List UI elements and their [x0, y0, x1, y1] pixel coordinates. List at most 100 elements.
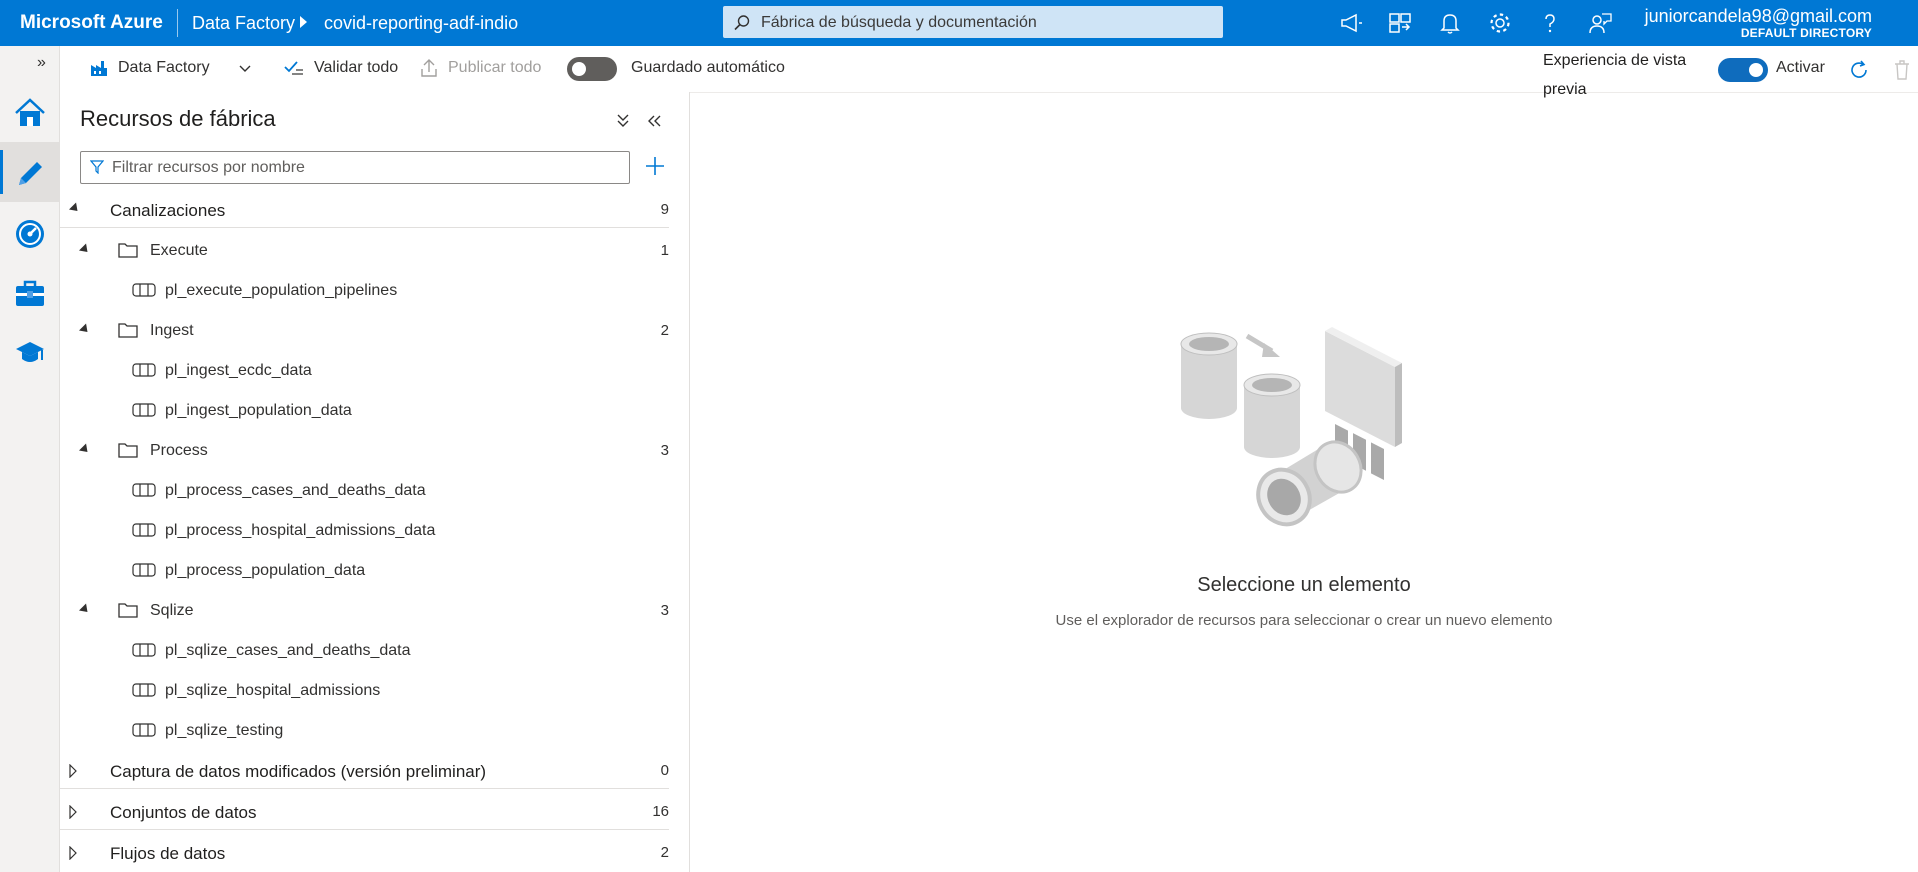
home-icon[interactable] [0, 82, 59, 142]
preview-toggle[interactable] [1718, 58, 1768, 82]
pipeline-label: pl_process_hospital_admissions_data [165, 522, 436, 539]
folder-label: Sqlize [150, 602, 194, 619]
pipeline-icon [132, 683, 156, 697]
pipeline-icon [132, 563, 156, 577]
manage-toolbox-icon[interactable] [0, 262, 59, 322]
switch-directory-icon[interactable] [1387, 10, 1413, 36]
pipeline-icon [132, 483, 156, 497]
breadcrumb-service[interactable]: Data Factory [192, 13, 295, 34]
pipeline-label: pl_sqlize_hospital_admissions [165, 682, 381, 699]
resources-illustration-icon [1180, 327, 1402, 527]
autosave-toggle[interactable] [567, 57, 617, 81]
account-menu[interactable]: juniorcandela98@gmail.com DEFAULT DIRECT… [1645, 6, 1872, 40]
expand-rail-icon[interactable]: » [37, 54, 46, 72]
monitor-gauge-icon[interactable] [0, 202, 59, 262]
factory-toolbar: Data Factory Validar todo Publicar todo … [60, 46, 1918, 98]
toggle-knob [572, 62, 586, 76]
validate-all-button[interactable]: Validar todo [284, 59, 398, 77]
pipeline-item[interactable]: pl_process_hospital_admissions_data [60, 514, 669, 548]
pipeline-icon [132, 283, 156, 297]
megaphone-icon[interactable] [1338, 10, 1364, 36]
factory-icon [91, 61, 107, 76]
validate-all-label: Validar todo [314, 59, 399, 76]
pipeline-item[interactable]: pl_sqlize_hospital_admissions [60, 674, 669, 708]
help-icon[interactable] [1537, 10, 1563, 36]
pipeline-label: pl_ingest_population_data [165, 402, 352, 419]
category-pipelines[interactable]: Canalizaciones 9 [60, 193, 669, 228]
pipeline-item[interactable]: pl_process_population_data [60, 554, 669, 588]
pipeline-item[interactable]: pl_ingest_ecdc_data [60, 354, 669, 388]
search-icon [734, 15, 750, 31]
feedback-icon[interactable] [1587, 10, 1613, 36]
azure-brand[interactable]: Microsoft Azure [20, 12, 163, 34]
category-label: Captura de datos modificados (versión pr… [110, 762, 487, 781]
pipeline-icon [132, 403, 156, 417]
folder-label: Ingest [150, 322, 194, 339]
toggle-knob [1749, 63, 1763, 77]
folder-icon [118, 243, 138, 258]
collapse-panel-icon[interactable] [646, 112, 662, 133]
collapsed-caret-icon [69, 805, 77, 819]
category-count: 16 [652, 803, 669, 820]
filter-icon [90, 160, 104, 174]
breadcrumb-chevron-icon [300, 16, 307, 28]
folder-count: 1 [660, 242, 669, 259]
account-directory: DEFAULT DIRECTORY [1740, 26, 1872, 40]
folder-label: Process [150, 442, 208, 459]
learning-center-icon[interactable] [0, 322, 59, 382]
gear-icon[interactable] [1487, 10, 1513, 36]
collapse-all-icon[interactable] [616, 112, 630, 133]
publish-all-button[interactable]: Publicar todo [420, 59, 541, 77]
filter-resources-input[interactable]: Filtrar recursos por nombre [80, 151, 630, 184]
pipeline-label: pl_process_cases_and_deaths_data [165, 482, 426, 499]
validate-check-icon [284, 61, 303, 75]
factory-selector[interactable]: Data Factory [90, 59, 252, 77]
top-bar: Microsoft Azure Data Factory covid-repor… [0, 0, 1918, 46]
discard-icon[interactable] [1892, 59, 1912, 86]
pipeline-label: pl_sqlize_testing [165, 722, 284, 739]
pipeline-label: pl_sqlize_cases_and_deaths_data [165, 642, 411, 659]
folder-icon [118, 323, 138, 338]
pipeline-item[interactable]: pl_execute_population_pipelines [60, 274, 669, 308]
bell-icon[interactable] [1437, 10, 1463, 36]
folder-ingest[interactable]: Ingest 2 [60, 314, 669, 348]
folder-icon [118, 443, 138, 458]
folder-count: 3 [660, 602, 669, 619]
pipeline-item[interactable]: pl_process_cases_and_deaths_data [60, 474, 669, 508]
plus-icon [646, 157, 664, 175]
chevron-down-icon [239, 65, 251, 72]
category-label: Conjuntos de datos [110, 803, 257, 822]
refresh-icon[interactable] [1848, 59, 1870, 86]
folder-execute[interactable]: Execute 1 [60, 234, 669, 268]
category-count: 0 [660, 762, 669, 779]
pipeline-label: pl_ingest_ecdc_data [165, 362, 312, 379]
category-datasets[interactable]: Conjuntos de datos 16 [60, 795, 669, 830]
folder-icon [118, 603, 138, 618]
author-pencil-icon[interactable] [0, 142, 59, 202]
pipeline-icon [132, 523, 156, 537]
expanded-caret-icon [78, 603, 92, 616]
search-input[interactable]: Fábrica de búsqueda y documentación [723, 6, 1223, 38]
pipeline-label: pl_process_population_data [165, 562, 366, 579]
expanded-caret-icon [78, 443, 92, 456]
collapsed-caret-icon [69, 846, 77, 860]
empty-state-subtitle: Use el explorador de recursos para selec… [1055, 612, 1553, 629]
account-email: juniorcandela98@gmail.com [1644, 6, 1872, 26]
expanded-caret-icon [78, 243, 92, 256]
expanded-caret-icon [68, 202, 82, 215]
preview-toggle-label: Activar [1776, 59, 1825, 76]
pipeline-item[interactable]: pl_sqlize_testing [60, 714, 669, 748]
category-dataflows[interactable]: Flujos de datos 2 [60, 836, 669, 870]
pipeline-item[interactable]: pl_sqlize_cases_and_deaths_data [60, 634, 669, 668]
breadcrumb-resource[interactable]: covid-reporting-adf-indio [324, 13, 518, 34]
autosave-label: Guardado automático [631, 59, 785, 76]
folder-process[interactable]: Process 3 [60, 434, 669, 468]
category-change-data-capture[interactable]: Captura de datos modificados (versión pr… [60, 754, 669, 789]
pipeline-label: pl_execute_population_pipelines [165, 282, 398, 299]
folder-sqlize[interactable]: Sqlize 3 [60, 594, 669, 628]
add-resource-button[interactable] [639, 150, 671, 182]
pipeline-item[interactable]: pl_ingest_population_data [60, 394, 669, 428]
category-count: 2 [660, 844, 669, 861]
pipeline-icon [132, 723, 156, 737]
pipeline-icon [132, 643, 156, 657]
